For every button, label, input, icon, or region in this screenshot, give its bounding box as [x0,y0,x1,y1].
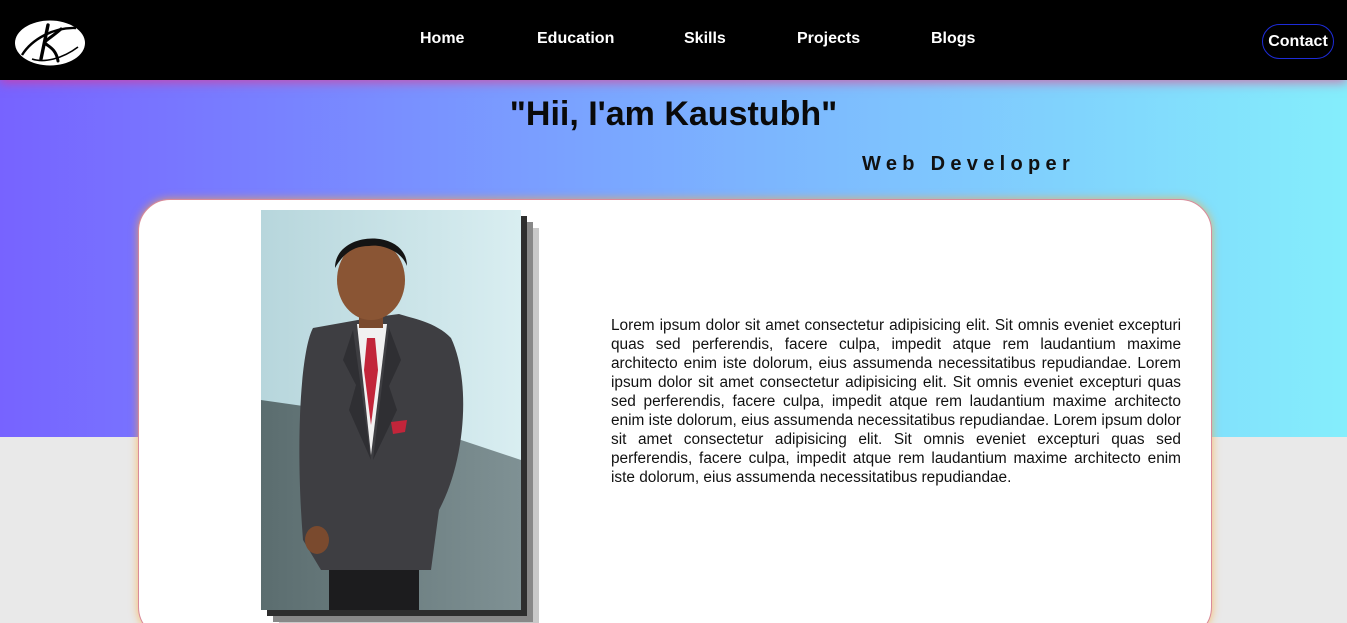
nav-link-projects[interactable]: Projects [797,30,860,48]
nav-link-home[interactable]: Home [420,30,464,48]
nav-link-blogs[interactable]: Blogs [931,30,975,48]
nav-link-education[interactable]: Education [537,30,614,48]
contact-button[interactable]: Contact [1262,24,1334,59]
about-card: Lorem ipsum dolor sit amet consectetur a… [138,199,1212,623]
hero-title: "Hii, I'am Kaustubh" [509,95,838,133]
about-description: Lorem ipsum dolor sit amet consectetur a… [611,317,1181,486]
nav-links: Home Education Skills Projects Blogs [0,30,1347,50]
profile-photo-frame [261,210,541,623]
nav-link-skills[interactable]: Skills [684,30,726,48]
hero-subtitle: Web Developer [862,153,1076,175]
navbar: Home Education Skills Projects Blogs Con… [0,0,1347,80]
person-portrait-illustration [261,210,521,610]
profile-photo [261,210,521,610]
